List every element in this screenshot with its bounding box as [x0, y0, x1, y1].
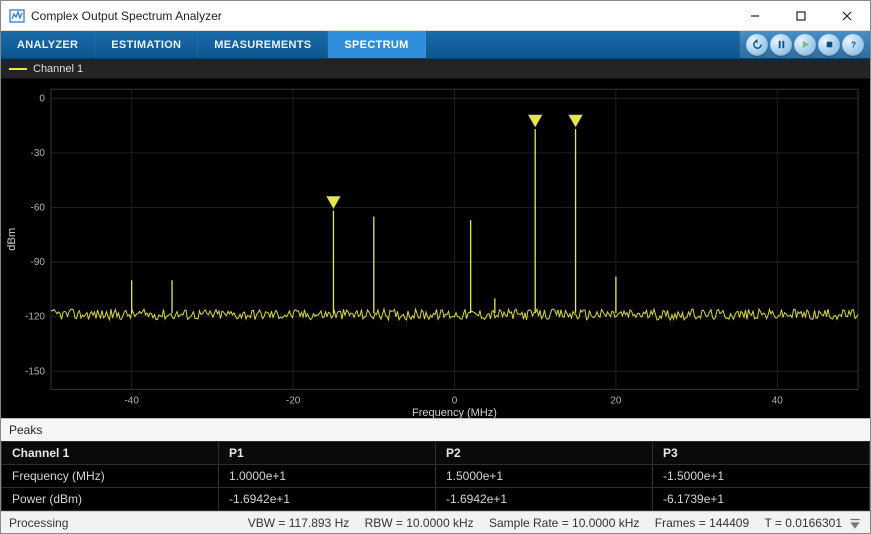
legend-swatch-channel1 [9, 68, 27, 70]
table-row: Power (dBm) -1.6942e+1 -1.6942e+1 -6.173… [2, 488, 870, 511]
svg-text:-30: -30 [31, 148, 46, 159]
svg-text:-150: -150 [25, 366, 45, 377]
status-dropdown-icon[interactable] [848, 516, 862, 530]
tab-spectrum[interactable]: SPECTRUM [328, 31, 425, 58]
svg-text:Frequency (MHz): Frequency (MHz) [412, 407, 497, 418]
play-button[interactable] [794, 34, 816, 56]
svg-text:-20: -20 [286, 396, 301, 407]
pause-button[interactable] [770, 34, 792, 56]
svg-text:-120: -120 [25, 312, 45, 323]
cell-freq-p3: -1.5000e+1 [653, 465, 870, 488]
peaks-title: Peaks [1, 419, 870, 441]
peaks-table: Channel 1 P1 P2 P3 Frequency (MHz) 1.000… [1, 441, 870, 511]
window-controls [732, 1, 870, 31]
peaks-col-channel: Channel 1 [2, 442, 219, 465]
close-button[interactable] [824, 1, 870, 31]
cell-pow-p3: -6.1739e+1 [653, 488, 870, 511]
maximize-button[interactable] [778, 1, 824, 31]
legend: Channel 1 [1, 59, 870, 79]
svg-text:-40: -40 [124, 396, 139, 407]
row-label-pow: Power (dBm) [2, 488, 219, 511]
table-row: Frequency (MHz) 1.0000e+1 1.5000e+1 -1.5… [2, 465, 870, 488]
svg-text:0: 0 [39, 93, 45, 104]
statusbar: Processing VBW = 117.893 Hz RBW = 10.000… [1, 511, 870, 533]
svg-text:dBm: dBm [6, 228, 18, 251]
tab-measurements[interactable]: MEASUREMENTS [198, 31, 328, 58]
stop-button[interactable] [818, 34, 840, 56]
peaks-col-p3: P3 [653, 442, 870, 465]
svg-text:0: 0 [452, 396, 458, 407]
spectrum-plot[interactable]: 0 -30 -60 -90 -120 -150 -40 -20 0 20 40 Frequency (… [1, 79, 870, 418]
status-sample-rate: Sample Rate = 10.0000 kHz [489, 516, 639, 530]
help-button[interactable]: ? [842, 34, 864, 56]
toolstrip: ANALYZER ESTIMATION MEASUREMENTS SPECTRU… [1, 31, 870, 59]
peaks-panel: Peaks Channel 1 P1 P2 P3 Frequency (MHz)… [1, 418, 870, 511]
svg-text:40: 40 [772, 396, 783, 407]
status-rbw: RBW = 10.0000 kHz [365, 516, 474, 530]
cell-freq-p1: 1.0000e+1 [219, 465, 436, 488]
app-icon [9, 8, 25, 24]
playback-controls: ? [739, 31, 870, 58]
tab-estimation[interactable]: ESTIMATION [95, 31, 198, 58]
status-left: Processing [9, 516, 68, 530]
svg-text:-60: -60 [31, 202, 46, 213]
svg-text:-90: -90 [31, 257, 46, 268]
status-vbw: VBW = 117.893 Hz [248, 516, 350, 530]
status-t: T = 0.0166301 [764, 516, 842, 530]
row-label-freq: Frequency (MHz) [2, 465, 219, 488]
svg-text:?: ? [850, 40, 855, 49]
window-title: Complex Output Spectrum Analyzer [31, 9, 732, 23]
tab-analyzer[interactable]: ANALYZER [1, 31, 95, 58]
status-frames: Frames = 144409 [655, 516, 749, 530]
svg-text:20: 20 [610, 396, 621, 407]
cell-pow-p2: -1.6942e+1 [436, 488, 653, 511]
peaks-col-p2: P2 [436, 442, 653, 465]
titlebar: Complex Output Spectrum Analyzer [1, 1, 870, 31]
legend-label-channel1: Channel 1 [33, 63, 83, 75]
rewind-button[interactable] [746, 34, 768, 56]
peaks-col-p1: P1 [219, 442, 436, 465]
cell-pow-p1: -1.6942e+1 [219, 488, 436, 511]
cell-freq-p2: 1.5000e+1 [436, 465, 653, 488]
minimize-button[interactable] [732, 1, 778, 31]
